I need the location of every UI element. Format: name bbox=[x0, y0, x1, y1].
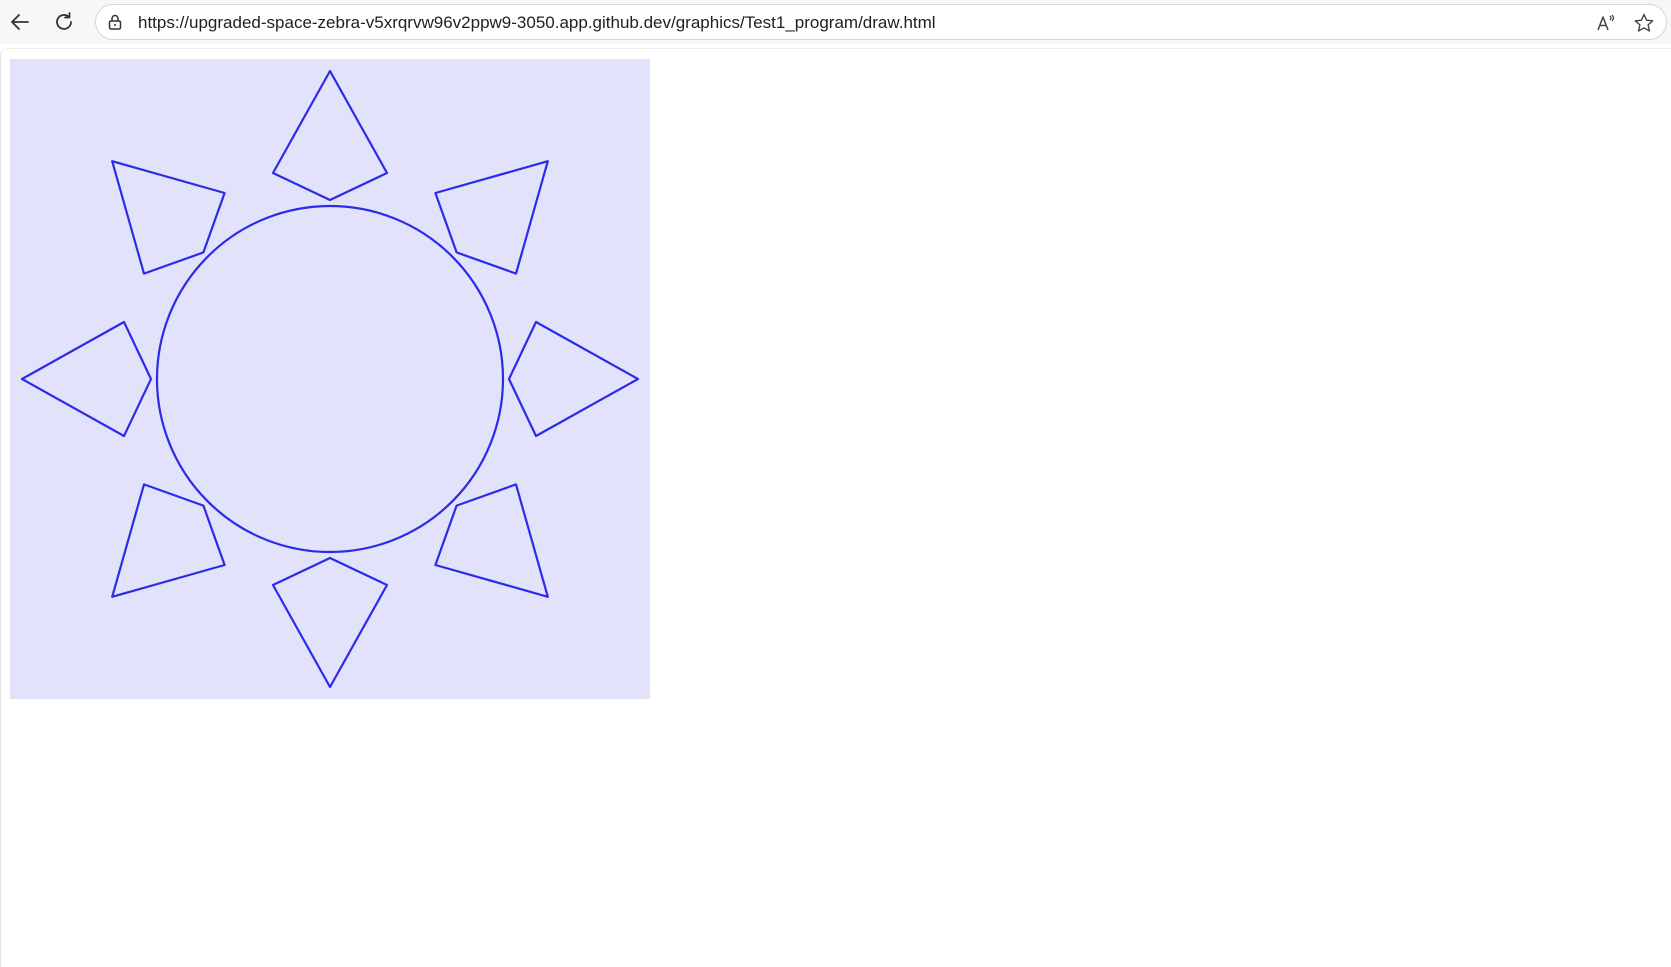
address-bar[interactable]: https://upgraded-space-zebra-v5xrqrvw96v… bbox=[95, 4, 1667, 40]
favorite-button[interactable] bbox=[1632, 11, 1656, 35]
drawing-canvas bbox=[10, 59, 650, 699]
read-aloud-button[interactable] bbox=[1594, 11, 1618, 35]
back-arrow-icon bbox=[11, 14, 29, 30]
sun-drawing bbox=[10, 59, 650, 699]
browser-toolbar: https://upgraded-space-zebra-v5xrqrvw96v… bbox=[0, 0, 1671, 44]
url-text[interactable]: https://upgraded-space-zebra-v5xrqrvw96v… bbox=[138, 13, 936, 33]
back-button[interactable] bbox=[4, 6, 36, 38]
star-icon bbox=[1634, 13, 1654, 32]
canvas-background bbox=[10, 59, 650, 699]
reload-icon bbox=[56, 12, 72, 30]
page-content bbox=[0, 48, 1671, 967]
lock-icon bbox=[108, 14, 122, 30]
read-aloud-icon bbox=[1597, 14, 1615, 31]
reload-button[interactable] bbox=[48, 6, 80, 38]
